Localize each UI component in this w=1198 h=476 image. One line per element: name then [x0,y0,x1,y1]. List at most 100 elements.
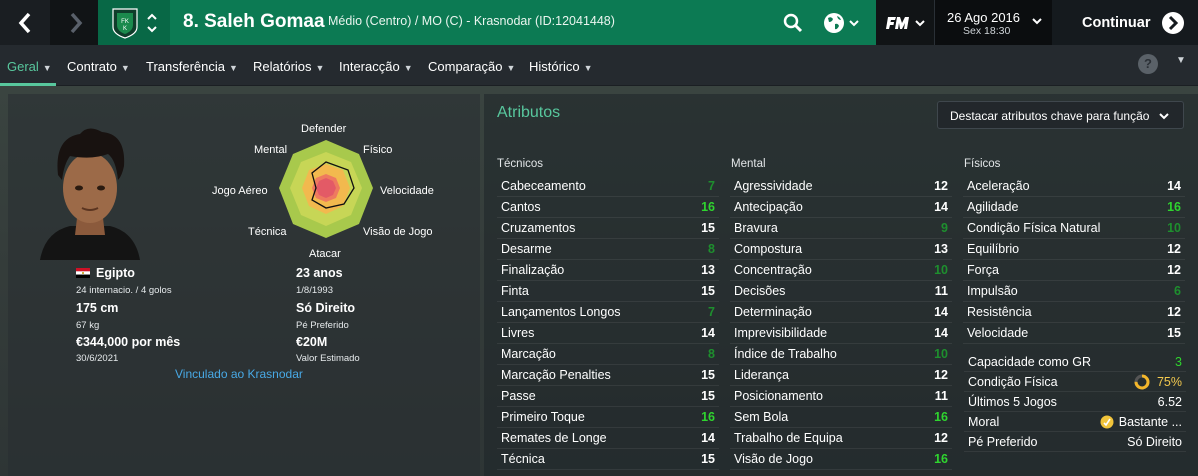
mental-attribute-row[interactable]: Antecipação 14 [730,197,952,218]
mental-attribute-row[interactable]: Índice de Trabalho 10 [730,344,952,365]
condition-ring-icon [1134,374,1150,389]
mental-title: Mental [731,158,766,170]
tab-transferencia[interactable]: Transferência ▼ [146,59,238,74]
date-display[interactable]: 26 Ago 2016 Sex 18:30 [934,0,1052,45]
highlight-role-dropdown[interactable]: Destacar atributos chave para função [937,101,1184,129]
physical-attribute-row[interactable]: Força 12 [963,260,1185,281]
chevron-down-icon: ▼ [120,63,130,73]
technical-attribute-row[interactable]: Lançamentos Longos 7 [497,302,719,323]
mental-attribute-row[interactable]: Liderança 12 [730,365,952,386]
physical-attribute-row[interactable]: Condição Física Natural 10 [963,218,1185,239]
attribute-value: 12 [1167,242,1181,256]
mental-attribute-row[interactable]: Bravura 9 [730,218,952,239]
attribute-value: 11 [934,284,948,298]
technical-attribute-row[interactable]: Primeiro Toque 16 [497,407,719,428]
radar-label-defender: Defender [301,123,347,135]
mental-attribute-row[interactable]: Imprevisibilidade 14 [730,323,952,344]
attribute-value: 12 [1167,263,1181,277]
tab-relatorios[interactable]: Relatórios ▼ [253,59,324,74]
radar-label-mental: Mental [254,144,288,156]
tab-interaccao[interactable]: Interacção ▼ [339,59,413,74]
linked-club-link[interactable]: Vinculado ao Krasnodar [175,367,303,381]
fm-menu-button[interactable] [876,0,934,45]
attribute-name: Lançamentos Longos [501,305,621,319]
physical-attribute-row[interactable]: Agilidade 16 [963,197,1185,218]
preferred-foot: Só Direito [296,301,356,315]
technical-attribute-row[interactable]: Desarme 8 [497,239,719,260]
tab-comparacao[interactable]: Comparação ▼ [428,59,515,74]
top-bar: FK K 8. Saleh Gomaa Médio (Centro) / MO (… [0,0,1198,45]
estimated-value: €20M [296,335,328,349]
mental-attribute-row[interactable]: Sem Bola 16 [730,407,952,428]
tab-historico[interactable]: Histórico ▼ [529,59,593,74]
physical-attribute-row[interactable]: Equilíbrio 12 [963,239,1185,260]
attribute-value: 16 [1167,200,1181,214]
attribute-name: Velocidade [967,326,1029,340]
search-button[interactable] [778,0,808,45]
mental-attribute-row[interactable]: Posicionamento 11 [730,386,952,407]
mental-attribute-row[interactable]: Compostura 13 [730,239,952,260]
attribute-value: 16 [934,410,948,424]
attribute-name: Finta [501,284,529,298]
more-options-icon[interactable]: ▼ [1176,55,1186,66]
condition-row[interactable]: Condição Física 75% [964,372,1186,392]
nationality[interactable]: Egipto [76,266,135,280]
mental-attribute-row[interactable]: Determinação 14 [730,302,952,323]
mental-attribute-row[interactable]: Concentração 10 [730,260,952,281]
club-crest-area[interactable]: FK K [98,0,170,45]
attribute-value: 7 [708,179,715,193]
physical-attribute-row[interactable]: Aceleração 14 [963,176,1185,197]
radar-label-velocidade: Velocidade [380,185,434,197]
world-menu-button[interactable] [816,0,866,45]
player-avatar [30,120,150,260]
mental-attribute-row[interactable]: Visão de Jogo 16 [730,449,952,470]
physical-attribute-row[interactable]: Impulsão 6 [963,281,1185,302]
technical-attribute-row[interactable]: Marcação Penalties 15 [497,365,719,386]
technical-attribute-row[interactable]: Livres 14 [497,323,719,344]
technical-attribute-row[interactable]: Finta 15 [497,281,719,302]
attribute-name: Bravura [734,221,778,235]
player-weight: 67 kg [76,320,100,331]
technical-attribute-row[interactable]: Remates de Longe 14 [497,428,719,449]
physical-attribute-row[interactable]: Resistência 12 [963,302,1185,323]
attribute-value: 8 [708,347,715,361]
chevron-down-icon [1032,18,1042,25]
attribute-name: Posicionamento [734,389,823,403]
club-switch-icon[interactable] [146,10,158,36]
technical-attribute-row[interactable]: Cruzamentos 15 [497,218,719,239]
attribute-value: 10 [934,263,948,277]
attribute-name: Passe [501,389,536,403]
international-caps: 24 internacio. / 4 golos [76,285,172,296]
technical-attribute-row[interactable]: Marcação 8 [497,344,719,365]
preferred-foot-row[interactable]: Pé Preferido Só Direito [964,432,1186,452]
morale-row[interactable]: Moral Bastante ... [964,412,1186,432]
tab-contrato[interactable]: Contrato ▼ [67,59,130,74]
mental-attribute-row[interactable]: Trabalho de Equipa 12 [730,428,952,449]
forward-button[interactable] [51,0,101,45]
attribute-value: 15 [701,284,715,298]
technical-attribute-row[interactable]: Cantos 16 [497,197,719,218]
technical-attribute-row[interactable]: Técnica 15 [497,449,719,470]
physical-attribute-row[interactable]: Velocidade 15 [963,323,1185,344]
attribute-name: Cabeceamento [501,179,586,193]
attribute-name: Marcação Penalties [501,368,611,382]
technical-attribute-row[interactable]: Passe 15 [497,386,719,407]
back-button[interactable] [0,0,50,45]
radar-label-tecnica: Técnica [248,226,287,238]
attribute-value: 14 [1167,179,1181,193]
radar-label-visao-de-jogo: Visão de Jogo [363,226,433,238]
tab-geral[interactable]: Geral ▼ [7,59,52,74]
help-icon[interactable]: ? [1138,54,1158,74]
continue-button[interactable]: Continuar [1052,0,1198,45]
attribute-value: 13 [934,242,948,256]
mental-attribute-row[interactable]: Agressividade 12 [730,176,952,197]
technical-attribute-row[interactable]: Cabeceamento 7 [497,176,719,197]
continue-label: Continuar [1082,14,1151,31]
chevron-down-icon: ▼ [403,63,413,73]
last-5-games-row[interactable]: Últimos 5 Jogos 6.52 [964,392,1186,412]
mental-attribute-row[interactable]: Decisões 11 [730,281,952,302]
attribute-value: 16 [701,410,715,424]
attribute-name: Determinação [734,305,812,319]
gk-capability-row[interactable]: Capacidade como GR 3 [964,352,1186,372]
technical-attribute-row[interactable]: Finalização 13 [497,260,719,281]
